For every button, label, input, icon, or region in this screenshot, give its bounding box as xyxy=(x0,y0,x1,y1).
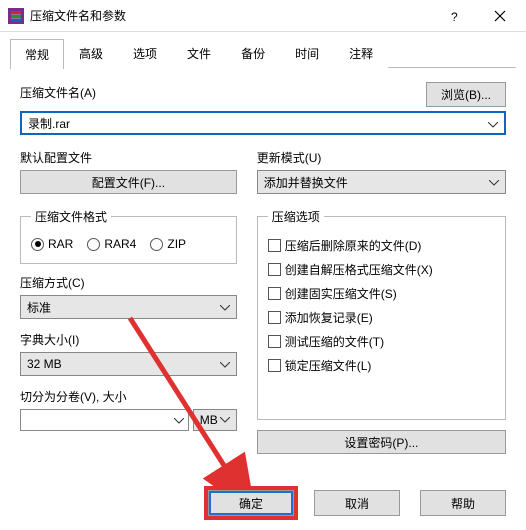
dict-select[interactable]: 32 MB xyxy=(20,352,237,376)
dict-value: 32 MB xyxy=(27,357,62,371)
cancel-label: 取消 xyxy=(345,495,369,512)
profile-label: 默认配置文件 xyxy=(20,149,237,166)
checkbox-icon xyxy=(268,239,281,252)
split-unit-value: MB xyxy=(200,413,218,427)
tab-label: 文件 xyxy=(187,47,211,61)
app-icon xyxy=(8,8,24,24)
update-mode-label: 更新模式(U) xyxy=(257,149,506,166)
format-group: 压缩文件格式 RAR RAR4 ZIP xyxy=(20,208,237,264)
ok-highlight: 确定 xyxy=(208,490,294,516)
checkbox-icon xyxy=(268,335,281,348)
radio-label: ZIP xyxy=(167,237,186,251)
tab-time[interactable]: 时间 xyxy=(280,38,334,68)
archive-name-value: 录制.rar xyxy=(28,117,70,131)
radio-icon xyxy=(31,238,44,251)
tab-bar: 常规 高级 选项 文件 备份 时间 注释 xyxy=(0,32,526,68)
checkbox-label: 锁定压缩文件(L) xyxy=(285,357,372,374)
tab-advanced[interactable]: 高级 xyxy=(64,38,118,68)
tab-files[interactable]: 文件 xyxy=(172,38,226,68)
profile-button[interactable]: 配置文件(F)... xyxy=(20,170,237,194)
browse-label: 浏览(B)... xyxy=(441,88,491,102)
options-legend: 压缩选项 xyxy=(268,208,324,225)
opt-recovery[interactable]: 添加恢复记录(E) xyxy=(268,309,495,326)
checkbox-label: 创建固实压缩文件(S) xyxy=(285,285,397,302)
password-button-label: 设置密码(P)... xyxy=(344,434,418,451)
help-label: 帮助 xyxy=(451,495,475,512)
password-button[interactable]: 设置密码(P)... xyxy=(257,430,506,454)
split-unit-select[interactable]: MB xyxy=(193,409,237,431)
tab-comment[interactable]: 注释 xyxy=(334,38,388,68)
dict-label: 字典大小(I) xyxy=(20,331,237,348)
tab-backup[interactable]: 备份 xyxy=(226,38,280,68)
profile-button-label: 配置文件(F)... xyxy=(92,174,165,191)
help-button[interactable]: ? xyxy=(434,1,478,31)
radio-icon xyxy=(87,238,100,251)
browse-button[interactable]: 浏览(B)... xyxy=(426,82,506,107)
checkbox-icon xyxy=(268,311,281,324)
checkbox-icon xyxy=(268,359,281,372)
tab-content: 压缩文件名(A) 浏览(B)... 录制.rar 默认配置文件 配置文件(F).… xyxy=(0,68,526,464)
update-mode-value: 添加并替换文件 xyxy=(264,174,348,191)
opt-lock[interactable]: 锁定压缩文件(L) xyxy=(268,357,495,374)
radio-label: RAR4 xyxy=(104,237,136,251)
window-title: 压缩文件名和参数 xyxy=(30,7,434,24)
opt-test[interactable]: 测试压缩的文件(T) xyxy=(268,333,495,350)
opt-sfx[interactable]: 创建自解压格式压缩文件(X) xyxy=(268,261,495,278)
options-group: 压缩选项 压缩后删除原来的文件(D) 创建自解压格式压缩文件(X) 创建固实压缩… xyxy=(257,208,506,420)
checkbox-label: 创建自解压格式压缩文件(X) xyxy=(285,261,433,278)
format-radio-rar4[interactable]: RAR4 xyxy=(87,237,136,251)
tab-options[interactable]: 选项 xyxy=(118,38,172,68)
radio-icon xyxy=(150,238,163,251)
format-legend: 压缩文件格式 xyxy=(31,208,111,225)
tab-label: 注释 xyxy=(349,47,373,61)
tab-label: 选项 xyxy=(133,47,157,61)
ok-label: 确定 xyxy=(239,495,263,512)
tab-sep xyxy=(388,38,516,68)
tab-label: 时间 xyxy=(295,47,319,61)
chevron-down-icon xyxy=(488,117,498,131)
checkbox-label: 压缩后删除原来的文件(D) xyxy=(285,237,422,254)
format-radio-rar[interactable]: RAR xyxy=(31,237,73,251)
checkbox-label: 添加恢复记录(E) xyxy=(285,309,373,326)
tab-label: 常规 xyxy=(25,48,49,62)
opt-solid[interactable]: 创建固实压缩文件(S) xyxy=(268,285,495,302)
svg-text:?: ? xyxy=(451,10,458,23)
split-label: 切分为分卷(V), 大小 xyxy=(20,388,237,405)
chevron-down-icon xyxy=(220,417,230,423)
update-mode-select[interactable]: 添加并替换文件 xyxy=(257,170,506,194)
chevron-down-icon xyxy=(489,175,499,189)
method-label: 压缩方式(C) xyxy=(20,274,237,291)
opt-delete-after[interactable]: 压缩后删除原来的文件(D) xyxy=(268,237,495,254)
method-select[interactable]: 标准 xyxy=(20,295,237,319)
help-dialog-button[interactable]: 帮助 xyxy=(420,490,506,516)
tab-general[interactable]: 常规 xyxy=(10,39,64,69)
checkbox-icon xyxy=(268,263,281,276)
archive-name-label: 压缩文件名(A) xyxy=(20,84,96,101)
split-size-combo[interactable] xyxy=(20,409,189,431)
chevron-down-icon xyxy=(220,300,230,314)
title-bar: 压缩文件名和参数 ? xyxy=(0,0,526,32)
archive-name-combo[interactable]: 录制.rar xyxy=(20,111,506,135)
radio-label: RAR xyxy=(48,237,73,251)
tab-label: 高级 xyxy=(79,47,103,61)
dialog-button-row: 确定 取消 帮助 xyxy=(208,490,506,516)
tab-label: 备份 xyxy=(241,47,265,61)
method-value: 标准 xyxy=(27,299,51,316)
chevron-down-icon xyxy=(220,357,230,371)
close-button[interactable] xyxy=(478,1,522,31)
checkbox-label: 测试压缩的文件(T) xyxy=(285,333,384,350)
ok-button[interactable]: 确定 xyxy=(208,490,294,516)
checkbox-icon xyxy=(268,287,281,300)
chevron-down-icon xyxy=(174,413,184,427)
format-radio-zip[interactable]: ZIP xyxy=(150,237,186,251)
cancel-button[interactable]: 取消 xyxy=(314,490,400,516)
